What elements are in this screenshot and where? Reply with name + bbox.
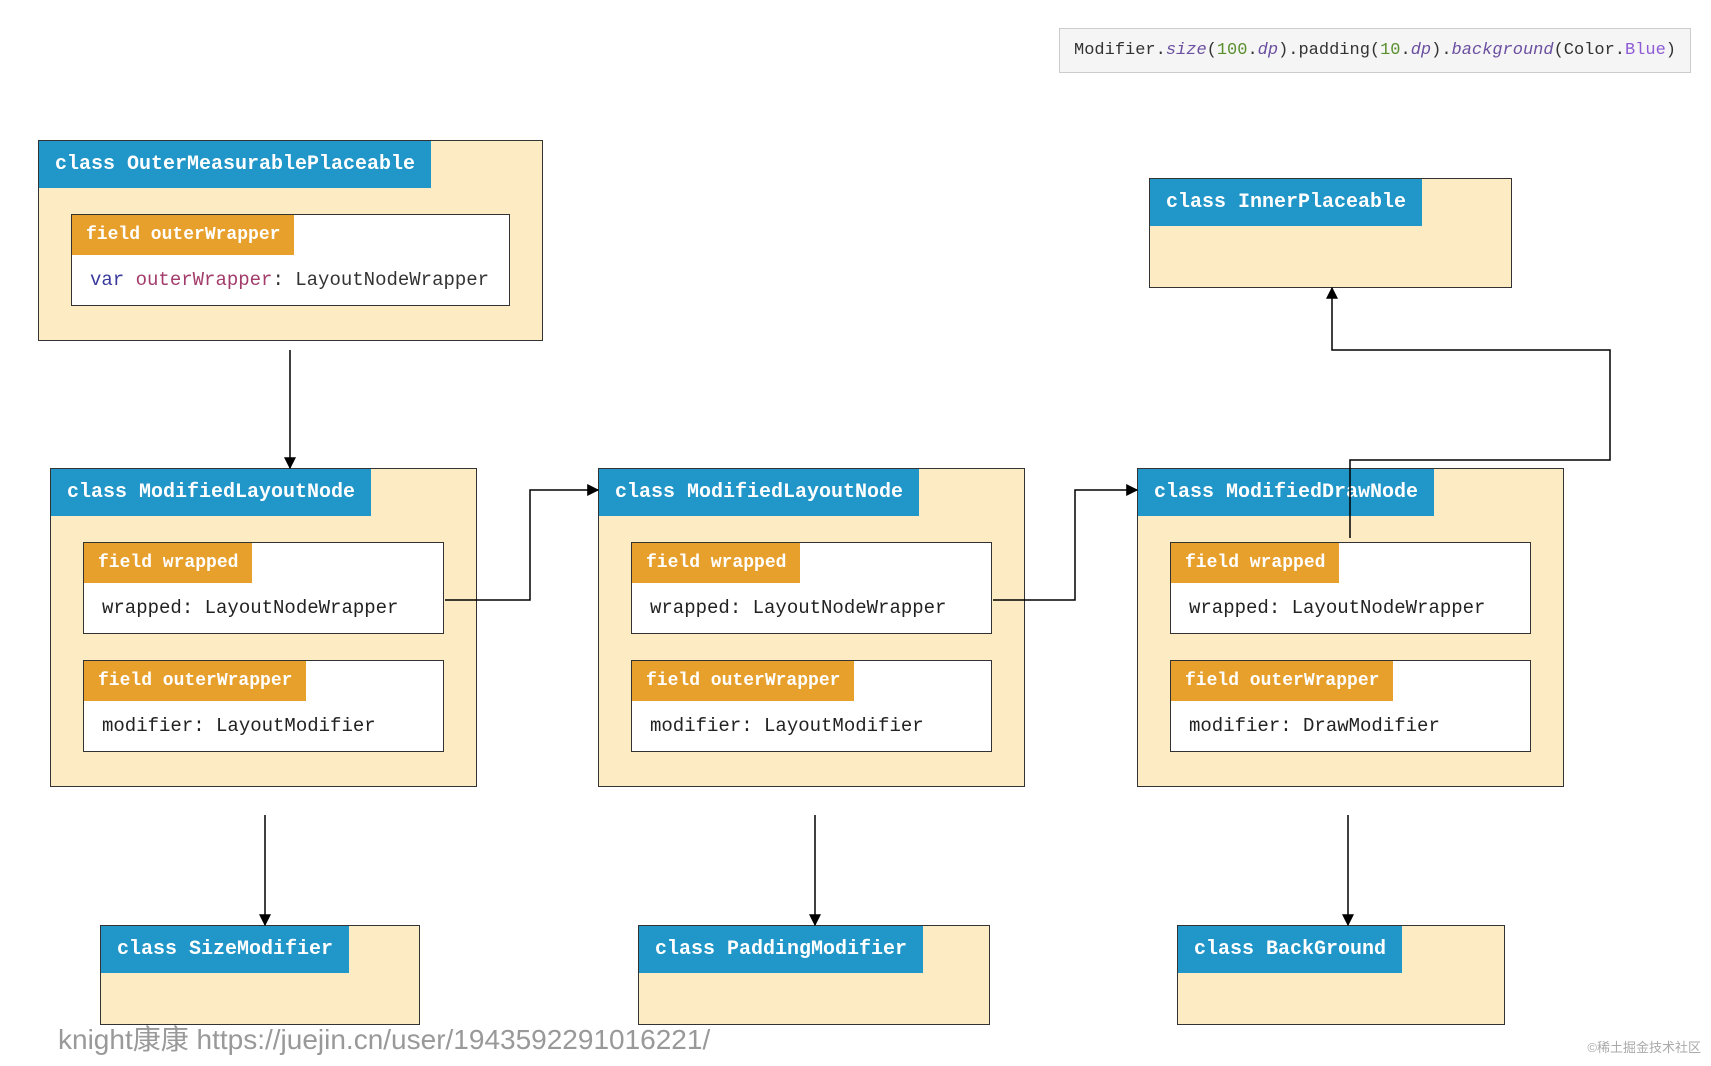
- code-token: (Color.: [1554, 41, 1625, 60]
- field-body: modifier: LayoutModifier: [632, 701, 991, 751]
- field-body: modifier: LayoutModifier: [84, 701, 443, 751]
- keyword-var: var: [90, 269, 124, 291]
- class-header: class OuterMeasurablePlaceable: [39, 141, 431, 188]
- code-token: size: [1166, 41, 1207, 60]
- card-inner-placeable: class InnerPlaceable: [1149, 178, 1512, 288]
- watermark-author: knight康康 https://juejin.cn/user/19435922…: [58, 1018, 710, 1058]
- code-token: ).padding(: [1278, 41, 1380, 60]
- card-padding-modifier: class PaddingModifier: [638, 925, 990, 1025]
- code-snippet-box: Modifier.size(100.dp).padding(10.dp).bac…: [1059, 28, 1691, 73]
- class-header: class PaddingModifier: [639, 926, 923, 973]
- field-body: wrapped: LayoutNodeWrapper: [84, 583, 443, 633]
- field-header: field wrapped: [632, 543, 800, 583]
- class-header: class ModifiedLayoutNode: [51, 469, 371, 516]
- class-header: class ModifiedDrawNode: [1138, 469, 1434, 516]
- card-modified-draw-node: class ModifiedDrawNode field wrapped wra…: [1137, 468, 1564, 787]
- field-outer-wrapper: field outerWrapper modifier: DrawModifie…: [1170, 660, 1531, 752]
- code-token: 100: [1217, 41, 1248, 60]
- card-outer-measurable-placeable: class OuterMeasurablePlaceable field out…: [38, 140, 543, 341]
- card-background: class BackGround: [1177, 925, 1505, 1025]
- field-outer-wrapper: field outerWrapper var outerWrapper: Lay…: [71, 214, 510, 306]
- field-wrapped: field wrapped wrapped: LayoutNodeWrapper: [83, 542, 444, 634]
- class-header: class SizeModifier: [101, 926, 349, 973]
- card-modified-layout-node-1: class ModifiedLayoutNode field wrapped w…: [50, 468, 477, 787]
- field-body: var outerWrapper: LayoutNodeWrapper: [72, 255, 509, 305]
- watermark-site: ©稀土掘金技术社区: [1587, 1037, 1701, 1056]
- field-body: wrapped: LayoutNodeWrapper: [1171, 583, 1530, 633]
- code-token: Modifier.: [1074, 41, 1166, 60]
- field-name: outerWrapper: [136, 269, 273, 291]
- field-wrapped: field wrapped wrapped: LayoutNodeWrapper: [1170, 542, 1531, 634]
- code-token: dp: [1258, 41, 1278, 60]
- field-header: field outerWrapper: [84, 661, 306, 701]
- code-token: .: [1401, 41, 1411, 60]
- field-body: modifier: DrawModifier: [1171, 701, 1530, 751]
- class-header: class BackGround: [1178, 926, 1402, 973]
- field-header: field outerWrapper: [1171, 661, 1393, 701]
- code-token: dp: [1411, 41, 1431, 60]
- code-token: Blue: [1625, 41, 1666, 60]
- code-token: 10: [1380, 41, 1400, 60]
- field-body: wrapped: LayoutNodeWrapper: [632, 583, 991, 633]
- code-token: (: [1207, 41, 1217, 60]
- class-header: class ModifiedLayoutNode: [599, 469, 919, 516]
- field-wrapped: field wrapped wrapped: LayoutNodeWrapper: [631, 542, 992, 634]
- card-modified-layout-node-2: class ModifiedLayoutNode field wrapped w…: [598, 468, 1025, 787]
- field-outer-wrapper: field outerWrapper modifier: LayoutModif…: [83, 660, 444, 752]
- code-token: ): [1666, 41, 1676, 60]
- field-header: field outerWrapper: [632, 661, 854, 701]
- field-header: field outerWrapper: [72, 215, 294, 255]
- field-outer-wrapper: field outerWrapper modifier: LayoutModif…: [631, 660, 992, 752]
- field-header: field wrapped: [84, 543, 252, 583]
- field-header: field wrapped: [1171, 543, 1339, 583]
- code-token: ).: [1431, 41, 1451, 60]
- class-header: class InnerPlaceable: [1150, 179, 1422, 226]
- code-token: background: [1452, 41, 1554, 60]
- card-size-modifier: class SizeModifier: [100, 925, 420, 1025]
- code-token: .: [1247, 41, 1257, 60]
- field-type: : LayoutNodeWrapper: [272, 269, 489, 291]
